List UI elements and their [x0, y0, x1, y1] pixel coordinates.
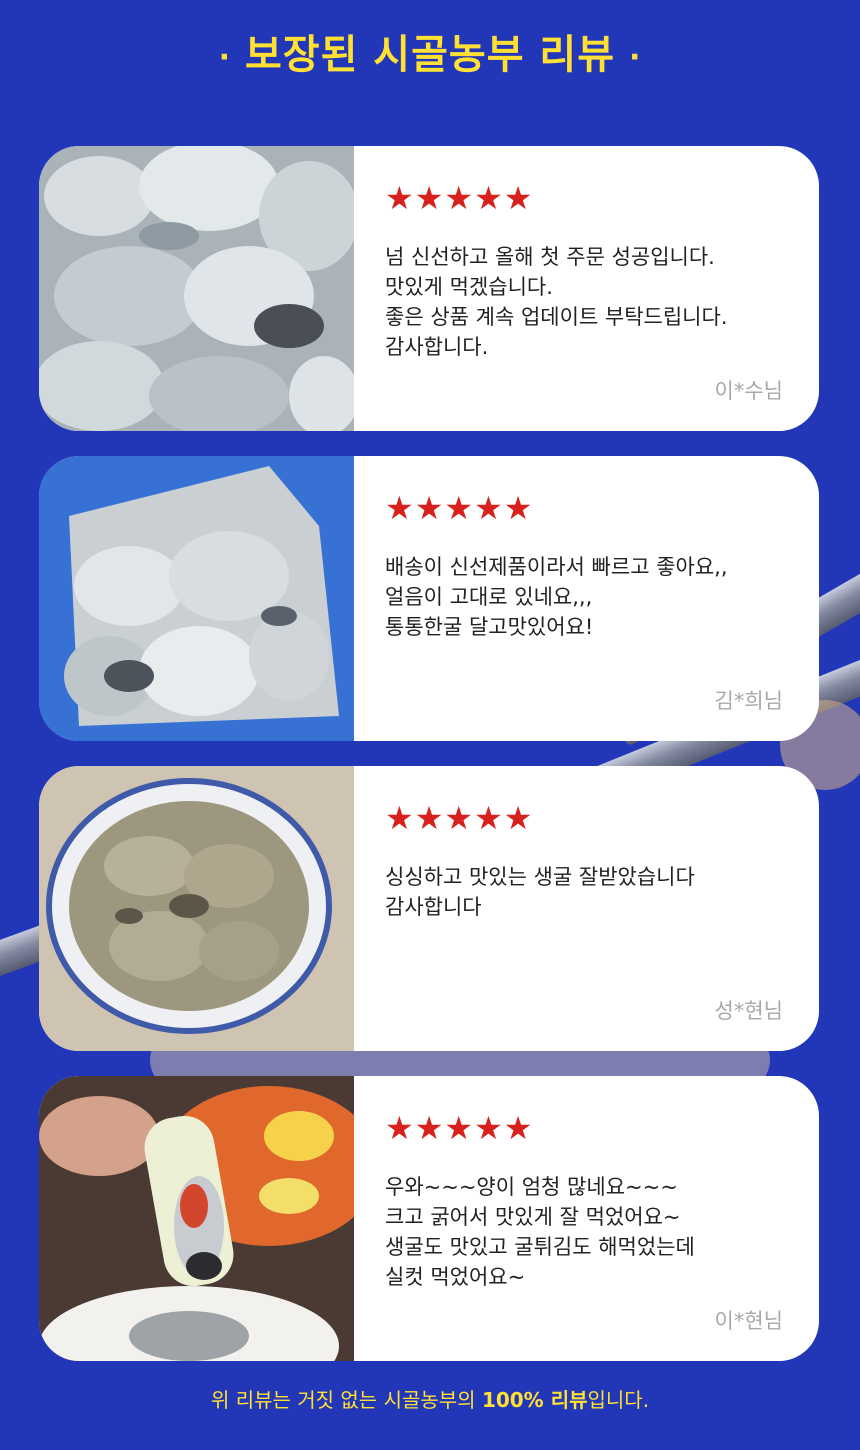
- review-line: 얼음이 고대로 있네요,,,: [385, 585, 593, 609]
- footer-prefix: 위 리뷰는 거짓 없는 시골농부의: [210, 1388, 482, 1412]
- review-line: 감사합니다: [385, 895, 482, 919]
- review-author: 김*희님: [714, 689, 783, 713]
- footer-note: 위 리뷰는 거짓 없는 시골농부의 100% 리뷰입니다.: [0, 1384, 860, 1413]
- title-dot-right: ·: [629, 39, 642, 75]
- review-line: 넘 신선하고 올해 첫 주문 성공입니다.: [385, 245, 715, 269]
- review-line: 감사합니다.: [385, 335, 489, 359]
- review-card: ★★★★★ 넘 신선하고 올해 첫 주문 성공입니다. 맛있게 먹겠습니다. 좋…: [39, 146, 819, 431]
- rating-stars: ★★★★★: [385, 1109, 534, 1147]
- review-text: 넘 신선하고 올해 첫 주문 성공입니다. 맛있게 먹겠습니다. 좋은 상품 계…: [385, 242, 805, 362]
- review-card: ★★★★★ 배송이 신선제품이라서 빠르고 좋아요,, 얼음이 고대로 있네요,…: [39, 456, 819, 741]
- review-text: 싱싱하고 맛있는 생굴 잘받았습니다 감사합니다: [385, 862, 805, 922]
- oysters-in-bowl-photo: [39, 766, 354, 1051]
- bagged-oysters-photo: [39, 456, 354, 741]
- footer-highlight: 100% 리뷰: [481, 1388, 588, 1412]
- review-text: 배송이 신선제품이라서 빠르고 좋아요,, 얼음이 고대로 있네요,,, 통통한…: [385, 552, 805, 642]
- rating-stars: ★★★★★: [385, 179, 534, 217]
- footer-suffix: 입니다.: [587, 1388, 650, 1412]
- review-line: 싱싱하고 맛있는 생굴 잘받았습니다: [385, 865, 695, 889]
- review-line: 좋은 상품 계속 업데이트 부탁드립니다.: [385, 305, 728, 329]
- review-author: 성*현님: [714, 999, 783, 1023]
- review-text: 우와~~~양이 엄청 많네요~~~ 크고 굵어서 맛있게 잘 먹었어요~ 생굴도…: [385, 1172, 805, 1292]
- review-line: 크고 굵어서 맛있게 잘 먹었어요~: [385, 1205, 681, 1229]
- review-line: 생굴도 맛있고 굴튀김도 해먹었는데: [385, 1235, 695, 1259]
- title-dot-left: ·: [218, 39, 231, 75]
- review-card: ★★★★★ 우와~~~양이 엄청 많네요~~~ 크고 굵어서 맛있게 잘 먹었어…: [39, 1076, 819, 1361]
- review-line: 맛있게 먹겠습니다.: [385, 275, 553, 299]
- review-line: 우와~~~양이 엄청 많네요~~~: [385, 1175, 678, 1199]
- review-line: 통통한굴 달고맛있어요!: [385, 615, 594, 639]
- review-line: 실컷 먹었어요~: [385, 1265, 526, 1289]
- rating-stars: ★★★★★: [385, 799, 534, 837]
- raw-oysters-photo: [39, 146, 354, 431]
- oyster-with-kimchi-photo: [39, 1076, 354, 1361]
- rating-stars: ★★★★★: [385, 489, 534, 527]
- review-author: 이*현님: [714, 1309, 783, 1333]
- page-title: · 보장된 시골농부 리뷰 ·: [0, 22, 860, 80]
- review-author: 이*수님: [714, 379, 783, 403]
- review-line: 배송이 신선제품이라서 빠르고 좋아요,,: [385, 555, 728, 579]
- review-card: ★★★★★ 싱싱하고 맛있는 생굴 잘받았습니다 감사합니다 성*현님: [39, 766, 819, 1051]
- title-text: 보장된 시골농부 리뷰: [244, 32, 616, 78]
